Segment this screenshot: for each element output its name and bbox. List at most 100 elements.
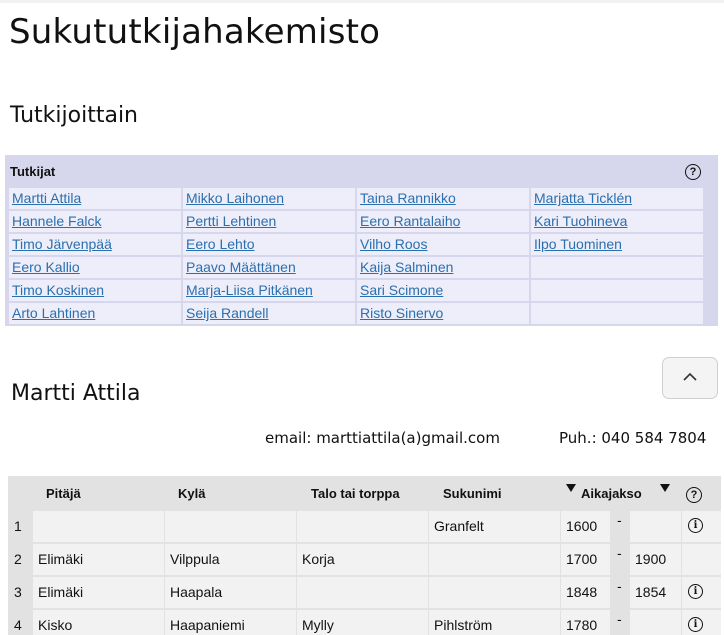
researcher-link[interactable]: Eero Kallio xyxy=(12,259,80,275)
researcher-cell: Mikko Laihonen xyxy=(183,188,355,209)
researcher-cell: Eero Kallio xyxy=(9,257,181,278)
researcher-cell: Eero Lehto xyxy=(183,234,355,255)
researchers-table: Tutkijat ? Martti Attila Mikko Laihonen Ta… xyxy=(5,155,718,326)
scroll-up-button[interactable] xyxy=(662,357,718,399)
researcher-cell: Arto Lahtinen xyxy=(9,303,181,324)
cell-start: 1600 xyxy=(561,511,610,542)
cell-parish: Elimäki xyxy=(33,544,164,575)
cell-parish: Elimäki xyxy=(33,577,164,608)
researchers-header: Tutkijat xyxy=(10,164,56,179)
researcher-link[interactable]: Seija Randell xyxy=(186,305,269,321)
researcher-cell xyxy=(531,303,703,324)
researcher-link[interactable]: Eero Lehto xyxy=(186,236,255,252)
researcher-cell: Marja-Liisa Pitkänen xyxy=(183,280,355,301)
researcher-link[interactable]: Eero Rantalaiho xyxy=(360,213,460,229)
researcher-cell: Pertti Lehtinen xyxy=(183,211,355,232)
column-header-village[interactable]: Kylä xyxy=(178,486,205,501)
cell-house: Korja xyxy=(297,544,428,575)
researcher-cell: Sari Scimone xyxy=(357,280,529,301)
researcher-link[interactable]: Vilho Roos xyxy=(360,236,427,252)
researcher-cell: Vilho Roos xyxy=(357,234,529,255)
info-icon[interactable]: i xyxy=(688,617,703,632)
top-border xyxy=(0,0,724,3)
researcher-cell xyxy=(531,280,703,301)
researcher-link[interactable]: Paavo Määttänen xyxy=(186,259,296,275)
help-icon[interactable]: ? xyxy=(686,487,702,503)
researcher-link[interactable]: Mikko Laihonen xyxy=(186,190,284,206)
researcher-name: Martti Attila xyxy=(11,381,141,406)
researcher-cell: Eero Rantalaiho xyxy=(357,211,529,232)
researcher-cell: Hannele Falck xyxy=(9,211,181,232)
period-dash: - xyxy=(617,611,622,627)
researcher-cell: Marjatta Ticklén xyxy=(531,188,703,209)
researcher-link[interactable]: Hannele Falck xyxy=(12,213,102,229)
row-number: 4 xyxy=(14,617,22,633)
chevron-up-icon xyxy=(683,372,697,381)
info-icon[interactable]: i xyxy=(688,584,703,599)
sort-end-icon[interactable] xyxy=(660,484,670,492)
help-icon[interactable]: ? xyxy=(685,164,701,180)
researcher-cell: Ilpo Tuominen xyxy=(531,234,703,255)
researcher-link[interactable]: Martti Attila xyxy=(12,190,81,206)
researchers-grid: Martti Attila Mikko Laihonen Taina Rannikk… xyxy=(9,188,703,324)
cell-end xyxy=(630,511,681,542)
cell-house xyxy=(297,511,428,542)
cell-info: i xyxy=(682,577,721,608)
researcher-email: email: marttiattila(a)gmail.com xyxy=(265,429,500,447)
researcher-link[interactable]: Kari Tuohineva xyxy=(534,213,627,229)
cell-house xyxy=(297,577,428,608)
cell-parish: Kisko xyxy=(33,610,164,635)
researcher-link[interactable]: Taina Rannikko xyxy=(360,190,456,206)
cell-info: i xyxy=(682,610,721,635)
cell-village: Haapala xyxy=(165,577,296,608)
table-row: 1 Granfelt 1600 i - xyxy=(8,511,721,542)
researcher-link[interactable]: Timo Koskinen xyxy=(12,282,104,298)
cell-info: i xyxy=(682,511,721,542)
cell-parish xyxy=(33,511,164,542)
section-title: Tutkijoittain xyxy=(10,103,138,128)
column-header-house[interactable]: Talo tai torppa xyxy=(311,486,400,501)
researcher-cell: Kari Tuohineva xyxy=(531,211,703,232)
column-header-period[interactable]: Aikajakso xyxy=(581,486,642,501)
row-number: 2 xyxy=(14,551,22,567)
researcher-link[interactable]: Sari Scimone xyxy=(360,282,443,298)
researcher-cell: Risto Sinervo xyxy=(357,303,529,324)
info-icon[interactable]: i xyxy=(688,518,703,533)
cell-end xyxy=(630,610,681,635)
researcher-cell: Taina Rannikko xyxy=(357,188,529,209)
cell-surname xyxy=(429,544,560,575)
researcher-link[interactable]: Kaija Salminen xyxy=(360,259,453,275)
researcher-link[interactable]: Arto Lahtinen xyxy=(12,305,95,321)
period-dash: - xyxy=(617,512,622,528)
researcher-cell xyxy=(531,257,703,278)
researcher-phone: Puh.: 040 584 7804 xyxy=(559,429,707,447)
table-row: 3 Elimäki Haapala 1848 1854 i - xyxy=(8,577,721,608)
cell-village: Haapaniemi xyxy=(165,610,296,635)
column-header-parish[interactable]: Pitäjä xyxy=(46,486,81,501)
column-header-surname[interactable]: Sukunimi xyxy=(443,486,502,501)
researcher-link[interactable]: Risto Sinervo xyxy=(360,305,443,321)
row-number: 1 xyxy=(14,518,22,534)
researcher-cell: Timo Koskinen xyxy=(9,280,181,301)
cell-surname: Granfelt xyxy=(429,511,560,542)
cell-end: 1900 xyxy=(630,544,681,575)
cell-info xyxy=(682,544,721,575)
cell-village xyxy=(165,511,296,542)
cell-start: 1700 xyxy=(561,544,610,575)
cell-start: 1780 xyxy=(561,610,610,635)
sort-start-icon[interactable] xyxy=(566,484,576,492)
researcher-link[interactable]: Pertti Lehtinen xyxy=(186,213,276,229)
period-dash: - xyxy=(617,545,622,561)
researcher-link[interactable]: Marja-Liisa Pitkänen xyxy=(186,282,313,298)
row-number: 3 xyxy=(14,584,22,600)
researcher-link[interactable]: Marjatta Ticklén xyxy=(534,190,632,206)
researcher-link[interactable]: Ilpo Tuominen xyxy=(534,236,622,252)
table-row: 4 Kisko Haapaniemi Mylly Pihlström 1780 i - xyxy=(8,610,721,635)
cell-surname: Pihlström xyxy=(429,610,560,635)
cell-start: 1848 xyxy=(561,577,610,608)
researcher-cell: Paavo Määttänen xyxy=(183,257,355,278)
researcher-link[interactable]: Timo Järvenpää xyxy=(12,236,112,252)
cell-surname xyxy=(429,577,560,608)
table-row: 2 Elimäki Vilppula Korja 1700 1900- xyxy=(8,544,721,575)
researcher-cell: Seija Randell xyxy=(183,303,355,324)
